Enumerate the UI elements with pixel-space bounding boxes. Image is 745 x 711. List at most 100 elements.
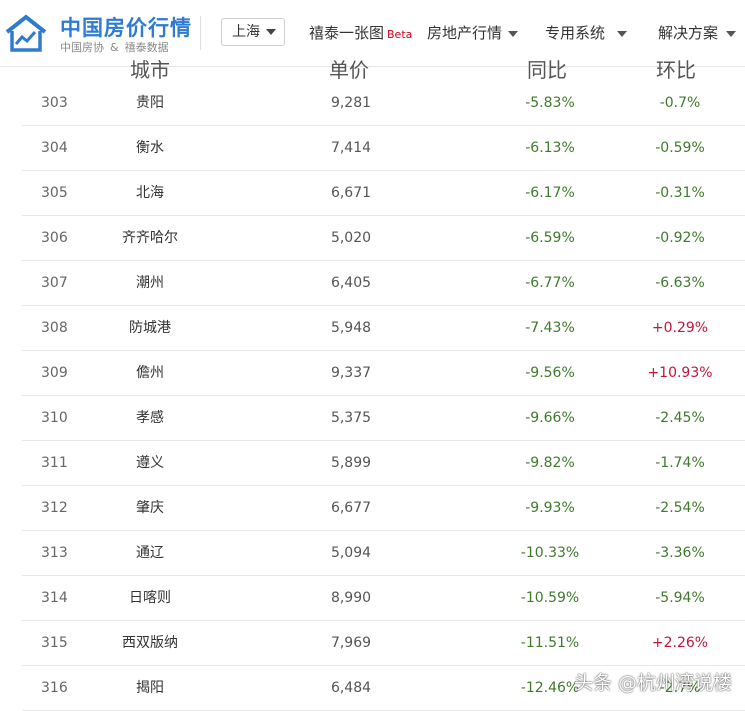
nav-item-market-label: 房地产行情 bbox=[427, 24, 503, 42]
table-row: 313 通辽 5,094 -10.33% -3.36% bbox=[22, 531, 745, 576]
nav-item-systems-label: 专用系统 bbox=[545, 24, 606, 42]
city-name[interactable]: 贵阳 bbox=[136, 81, 164, 126]
nav-item-map[interactable]: 禧泰一张图 Beta bbox=[309, 22, 412, 43]
table-row: 305 北海 6,671 -6.17% -0.31% bbox=[22, 171, 745, 216]
mom-value: +0.29% bbox=[651, 320, 709, 336]
nav-item-solutions[interactable]: 解决方案 bbox=[658, 22, 737, 43]
city-name[interactable]: 肇庆 bbox=[136, 486, 164, 531]
watermark: 头条 @杭州湾说楼 bbox=[574, 672, 733, 694]
yoy-value: -6.77% bbox=[525, 275, 575, 291]
price-value: 7,414 bbox=[330, 140, 372, 156]
nav-item-market[interactable]: 房地产行情 bbox=[427, 22, 519, 43]
mom-value: -3.36% bbox=[655, 545, 705, 561]
yoy-value: -9.82% bbox=[525, 455, 575, 471]
yoy-value: -9.93% bbox=[525, 500, 575, 516]
table-row: 315 西双版纳 7,969 -11.51% +2.26% bbox=[22, 621, 745, 666]
table-row: 314 日喀则 8,990 -10.59% -5.94% bbox=[22, 576, 745, 621]
yoy-value: -9.66% bbox=[525, 410, 575, 426]
yoy-value: -6.17% bbox=[525, 185, 575, 201]
city-name[interactable]: 儋州 bbox=[136, 351, 164, 396]
nav-item-systems[interactable]: 专用系统 bbox=[545, 22, 628, 43]
mom-value: -2.45% bbox=[655, 410, 705, 426]
city-name[interactable]: 衡水 bbox=[136, 126, 164, 171]
caret-down-icon bbox=[617, 30, 628, 37]
rank-cell: 313 bbox=[41, 545, 68, 561]
rank-cell: 315 bbox=[41, 635, 68, 651]
rank-cell: 311 bbox=[41, 455, 68, 471]
brand-subtitle: 中国房协 & 禧泰数据 bbox=[60, 39, 169, 55]
caret-down-icon bbox=[508, 30, 519, 37]
city-name[interactable]: 西双版纳 bbox=[122, 621, 178, 666]
mom-value: -0.92% bbox=[655, 230, 705, 246]
rank-cell: 303 bbox=[41, 95, 68, 111]
city-select-value: 上海 bbox=[232, 24, 260, 40]
table-row: 310 孝感 5,375 -9.66% -2.45% bbox=[22, 396, 745, 441]
beta-badge: Beta bbox=[387, 28, 413, 41]
house-chart-logo-icon[interactable] bbox=[4, 13, 48, 53]
price-value: 5,899 bbox=[330, 455, 372, 471]
price-value: 6,484 bbox=[330, 680, 372, 696]
column-header-city: 城市 bbox=[130, 58, 170, 82]
table-row: 303 贵阳 9,281 -5.83% -0.7% bbox=[22, 81, 745, 126]
price-value: 5,375 bbox=[330, 410, 372, 426]
price-value: 8,990 bbox=[330, 590, 372, 606]
site-header: 中国房价行情 中国房协 & 禧泰数据 上海 禧泰一张图 Beta 房地产行情 专用系统… bbox=[0, 0, 745, 67]
brand-sub-right: 禧泰数据 bbox=[124, 41, 169, 54]
column-header-yoy: 同比 bbox=[527, 58, 567, 82]
mom-value: +2.26% bbox=[651, 635, 709, 651]
price-value: 7,969 bbox=[330, 635, 372, 651]
price-value: 5,948 bbox=[330, 320, 372, 336]
yoy-value: -6.13% bbox=[525, 140, 575, 156]
rank-cell: 308 bbox=[41, 320, 68, 336]
city-name[interactable]: 遵义 bbox=[136, 441, 164, 486]
brand-title[interactable]: 中国房价行情 bbox=[60, 12, 192, 42]
mom-value: -0.7% bbox=[659, 95, 701, 111]
nav-item-solutions-label: 解决方案 bbox=[658, 24, 719, 42]
city-name[interactable]: 潮州 bbox=[136, 261, 164, 306]
rank-cell: 307 bbox=[41, 275, 68, 291]
mom-value: +10.93% bbox=[647, 365, 713, 381]
yoy-value: -9.56% bbox=[525, 365, 575, 381]
city-name[interactable]: 齐齐哈尔 bbox=[122, 216, 178, 261]
yoy-value: -6.59% bbox=[525, 230, 575, 246]
city-name[interactable]: 日喀则 bbox=[129, 576, 171, 621]
rank-cell: 309 bbox=[41, 365, 68, 381]
city-select[interactable]: 上海 bbox=[221, 18, 285, 46]
rank-cell: 305 bbox=[41, 185, 68, 201]
table-row: 309 儋州 9,337 -9.56% +10.93% bbox=[22, 351, 745, 396]
city-name[interactable]: 防城港 bbox=[129, 306, 171, 351]
nav-item-map-label: 禧泰一张图 bbox=[309, 24, 385, 42]
price-value: 5,020 bbox=[330, 230, 372, 246]
caret-down-icon bbox=[726, 30, 737, 37]
yoy-value: -12.46% bbox=[520, 680, 580, 696]
city-name[interactable]: 通辽 bbox=[136, 531, 164, 576]
mom-value: -0.59% bbox=[655, 140, 705, 156]
brand-sub-left: 中国房协 bbox=[60, 41, 104, 54]
city-name[interactable]: 北海 bbox=[136, 171, 164, 216]
yoy-value: -10.59% bbox=[520, 590, 580, 606]
brand-sub-amp: & bbox=[110, 41, 119, 54]
mom-value: -6.63% bbox=[655, 275, 705, 291]
rank-cell: 304 bbox=[41, 140, 68, 156]
rank-cell: 316 bbox=[41, 680, 68, 696]
price-value: 6,671 bbox=[330, 185, 372, 201]
price-value: 5,094 bbox=[330, 545, 372, 561]
mom-value: -5.94% bbox=[655, 590, 705, 606]
table-row: 308 防城港 5,948 -7.43% +0.29% bbox=[22, 306, 745, 351]
rank-cell: 312 bbox=[41, 500, 68, 516]
yoy-value: -10.33% bbox=[520, 545, 580, 561]
column-header-mom: 环比 bbox=[656, 58, 696, 82]
mom-value: -1.74% bbox=[655, 455, 705, 471]
price-value: 6,677 bbox=[330, 500, 372, 516]
rank-cell: 310 bbox=[41, 410, 68, 426]
city-name[interactable]: 孝感 bbox=[136, 396, 164, 441]
price-value: 9,281 bbox=[330, 95, 372, 111]
column-header-price: 单价 bbox=[329, 58, 369, 82]
table-row: 306 齐齐哈尔 5,020 -6.59% -0.92% bbox=[22, 216, 745, 261]
city-name[interactable]: 揭阳 bbox=[136, 666, 164, 711]
header-divider bbox=[200, 16, 201, 50]
rank-cell: 314 bbox=[41, 590, 68, 606]
price-value: 9,337 bbox=[330, 365, 372, 381]
yoy-value: -5.83% bbox=[525, 95, 575, 111]
price-ranking-table: 303 贵阳 9,281 -5.83% -0.7% 304 衡水 7,414 -6.13% -0.… bbox=[22, 81, 745, 711]
